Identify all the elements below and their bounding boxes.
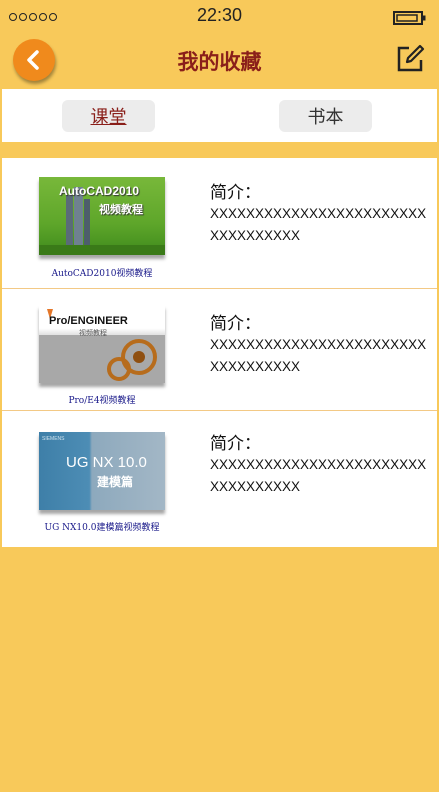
status-time: 22:30	[196, 5, 243, 25]
cover-brand: SIEMENS	[42, 436, 65, 442]
edit-icon[interactable]	[395, 44, 425, 74]
favorites-list: AutoCAD2010 视频教程 AutoCAD2010视频教程 简介： XXX…	[2, 158, 437, 547]
course-caption: Pro/E4视频教程	[68, 396, 136, 406]
page-title: 我的收藏	[177, 49, 262, 74]
course-cover-image: SIEMENS UG NX 10.0 建模篇	[39, 432, 165, 510]
tab-classroom[interactable]: 课堂	[62, 100, 155, 132]
intro-text: XXXXXXXXXXXXXXXXXXXXXXXXXXXXXXXXXX	[210, 457, 427, 494]
tab-bar: 课堂 书本	[2, 89, 437, 142]
intro-text: XXXXXXXXXXXXXXXXXXXXXXXXXXXXXXXXXX	[210, 206, 427, 243]
course-cover-image: AutoCAD2010 视频教程	[39, 177, 165, 255]
intro-label: 简介：	[210, 434, 261, 454]
list-item[interactable]: AutoCAD2010 视频教程 AutoCAD2010视频教程 简介： XXX…	[2, 158, 437, 289]
cover-title: UG NX 10.0	[66, 454, 147, 471]
course-cover-image: Pro/ENGINEER 视频教程	[39, 305, 165, 383]
list-item[interactable]: SIEMENS UG NX 10.0 建模篇 UG NX10.0建模篇视频教程 …	[2, 411, 437, 547]
cover-subtitle: 视频教程	[99, 203, 143, 216]
cover-subtitle: 视频教程	[79, 329, 107, 337]
list-item[interactable]: Pro/ENGINEER 视频教程 Pro/E4视频教程 简介： XXXXXXX…	[2, 289, 437, 411]
tab-books[interactable]: 书本	[279, 100, 372, 132]
cover-title: AutoCAD2010	[59, 184, 140, 198]
cover-title: Pro/ENGINEER	[49, 315, 128, 327]
course-caption: UG NX10.0建模篇视频教程	[44, 523, 160, 533]
cover-subtitle: 建模篇	[97, 475, 134, 489]
intro-label: 简介：	[210, 314, 261, 334]
intro-label: 简介：	[210, 183, 261, 203]
intro-text: XXXXXXXXXXXXXXXXXXXXXXXXXXXXXXXXXX	[210, 337, 427, 374]
nav-bar: 我的收藏	[0, 36, 439, 86]
course-caption: AutoCAD2010视频教程	[51, 269, 153, 279]
status-bar: 22:30	[0, 0, 439, 32]
battery-icon	[393, 11, 426, 25]
